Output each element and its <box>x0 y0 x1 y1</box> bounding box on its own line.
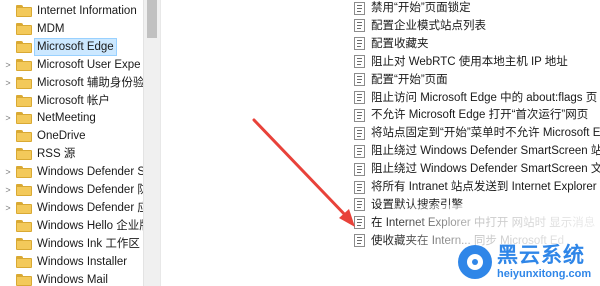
policy-setting-icon <box>354 55 365 69</box>
tree-item-label: Windows Mail <box>37 273 108 286</box>
folder-icon <box>16 219 32 232</box>
tree-item[interactable]: > NetMeeting <box>0 109 143 127</box>
policy-setting-icon <box>354 73 365 87</box>
folder-icon <box>16 184 32 196</box>
policy-setting-icon <box>354 126 365 140</box>
policy-setting-icon <box>354 1 365 15</box>
tree-scrollbar-thumb[interactable] <box>147 0 157 38</box>
tree-item-label: OneDrive <box>37 130 86 143</box>
folder-icon <box>16 22 32 35</box>
folder-icon <box>16 237 32 250</box>
tree-item-label: Windows Installer <box>37 255 128 268</box>
tree-item[interactable]: Internet Information <box>0 2 143 20</box>
tree-item[interactable]: > Windows Defender 防 <box>0 181 143 199</box>
policy-setting-row[interactable]: 阻止绕过 Windows Defender SmartScreen 文 <box>354 160 600 178</box>
tree-item[interactable]: Windows Ink 工作区 <box>0 235 143 253</box>
policy-setting-row[interactable]: 配置“开始”页面 <box>354 71 600 89</box>
tree-item[interactable]: > Windows Defender 应 <box>0 199 143 217</box>
folder-icon <box>16 76 32 89</box>
expand-chevron-icon[interactable]: > <box>3 113 13 123</box>
tree-item-label: Microsoft Edge <box>34 37 117 56</box>
tree-item[interactable]: Microsoft 帐户 <box>0 92 143 110</box>
policy-setting-label: 将站点固定到“开始”菜单时不允许 Microsoft Ed <box>371 127 600 140</box>
policy-setting-icon <box>354 19 365 33</box>
tree-item[interactable]: Windows Hello 企业版 <box>0 217 143 235</box>
tree-item[interactable]: > Microsoft 辅助身份验 <box>0 74 143 92</box>
tree-item-label: Microsoft User Expe <box>37 58 141 71</box>
folder-icon <box>16 58 32 71</box>
folder-icon <box>16 40 32 53</box>
tree-item-label: Windows Defender 防 <box>37 184 143 196</box>
policy-setting-row[interactable]: 禁用“开始”页面锁定 <box>354 0 600 17</box>
expand-chevron-icon[interactable]: > <box>3 78 13 88</box>
tree-item[interactable]: > Microsoft User Expe <box>0 56 143 74</box>
policy-setting-row[interactable]: 将所有 Intranet 站点发送到 Internet Explorer <box>354 178 600 196</box>
tree-item[interactable]: Windows Installer <box>0 253 143 271</box>
policy-setting-icon <box>354 144 365 158</box>
tree-item-label: NetMeeting <box>37 112 96 125</box>
folder-icon <box>16 112 32 125</box>
tree-item[interactable]: OneDrive <box>0 127 143 145</box>
policy-setting-label: 禁用“开始”页面锁定 <box>371 2 471 14</box>
tree-item[interactable]: RSS 源 <box>0 145 143 163</box>
expand-chevron-icon[interactable]: > <box>3 167 13 177</box>
watermark: 黑云系统 heiyunxitong.com <box>458 238 600 286</box>
policy-setting-icon <box>354 37 365 51</box>
policy-setting-label: 阻止绕过 Windows Defender SmartScreen 站 <box>371 145 600 158</box>
policy-setting-row[interactable]: 将站点固定到“开始”菜单时不允许 Microsoft Ed <box>354 124 600 142</box>
policy-setting-row[interactable]: 阻止绕过 Windows Defender SmartScreen 站 <box>354 142 600 160</box>
policy-setting-label: 配置企业模式站点列表 <box>371 19 486 32</box>
tree-item-label: Microsoft 帐户 <box>37 94 110 107</box>
tree-item-label: Windows Defender 应 <box>37 201 143 214</box>
policy-setting-row[interactable]: 配置企业模式站点列表 <box>354 17 600 35</box>
tree-item[interactable]: Windows Mail <box>0 271 143 286</box>
watermark-url: heiyunxitong.com <box>497 267 592 280</box>
folder-icon <box>16 201 32 214</box>
policy-setting-label: 配置收藏夹 <box>371 37 429 50</box>
policy-setting-icon <box>354 91 365 104</box>
expand-chevron-icon[interactable]: > <box>3 60 13 70</box>
policy-setting-icon <box>354 180 365 194</box>
policy-setting-label: 不允许 Microsoft Edge 打开“首次运行”网页 <box>371 109 589 122</box>
tree-item-label: Microsoft 辅助身份验 <box>37 76 143 89</box>
folder-icon <box>16 130 32 143</box>
tree-item-label: RSS 源 <box>37 148 76 161</box>
policy-setting-label: 配置“开始”页面 <box>371 73 448 86</box>
expand-chevron-icon[interactable]: > <box>3 203 13 213</box>
tree-item[interactable]: > Windows Defender S <box>0 163 143 181</box>
tree-item-label: Windows Defender S <box>37 166 143 179</box>
policy-setting-label: 阻止对 WebRTC 使用本地主机 IP 地址 <box>371 55 568 68</box>
tree-item-label: Windows Hello 企业版 <box>37 219 143 232</box>
policy-setting-label: 将所有 Intranet 站点发送到 Internet Explorer <box>371 181 597 193</box>
folder-icon <box>16 5 32 17</box>
tree-item-label: Windows Ink 工作区 <box>37 237 140 250</box>
policy-setting-label: 阻止绕过 Windows Defender SmartScreen 文 <box>371 163 600 176</box>
tree-scrollbar[interactable] <box>143 0 160 286</box>
tree-item[interactable]: Microsoft Edge <box>0 37 143 56</box>
folder-icon <box>16 273 32 286</box>
folder-icon <box>16 148 32 161</box>
watermark-logo-icon <box>458 245 492 279</box>
folder-icon <box>16 94 32 107</box>
watermark-text: 黑云系统 heiyunxitong.com <box>497 244 591 281</box>
expand-chevron-icon[interactable]: > <box>3 185 13 195</box>
folder-icon <box>16 255 32 268</box>
group-policy-editor-window: Internet Information MDM Microsoft Edge > Mi… <box>0 0 600 286</box>
policy-setting-row[interactable]: 不允许 Microsoft Edge 打开“首次运行”网页 <box>354 106 600 124</box>
tree-item-label: Internet Information <box>37 5 137 17</box>
policy-setting-row[interactable]: 阻止对 WebRTC 使用本地主机 IP 地址 <box>354 53 600 71</box>
policy-setting-icon <box>354 216 365 230</box>
policy-setting-icon <box>354 198 365 212</box>
tree-item[interactable]: MDM <box>0 20 143 38</box>
policy-setting-label: 阻止访问 Microsoft Edge 中的 about:flags 页 <box>371 91 598 104</box>
policy-setting-row[interactable]: 阻止访问 Microsoft Edge 中的 about:flags 页 <box>354 89 600 107</box>
policy-setting-row[interactable]: 配置收藏夹 <box>354 35 600 53</box>
watermark-title: 黑云系统 <box>497 243 585 267</box>
policy-tree-pane: Internet Information MDM Microsoft Edge > Mi… <box>0 0 143 286</box>
folder-icon <box>16 166 32 179</box>
policy-setting-icon <box>354 162 365 176</box>
policy-setting-icon <box>354 108 365 122</box>
policy-setting-icon <box>354 234 365 248</box>
tree-item-label: MDM <box>37 22 65 35</box>
